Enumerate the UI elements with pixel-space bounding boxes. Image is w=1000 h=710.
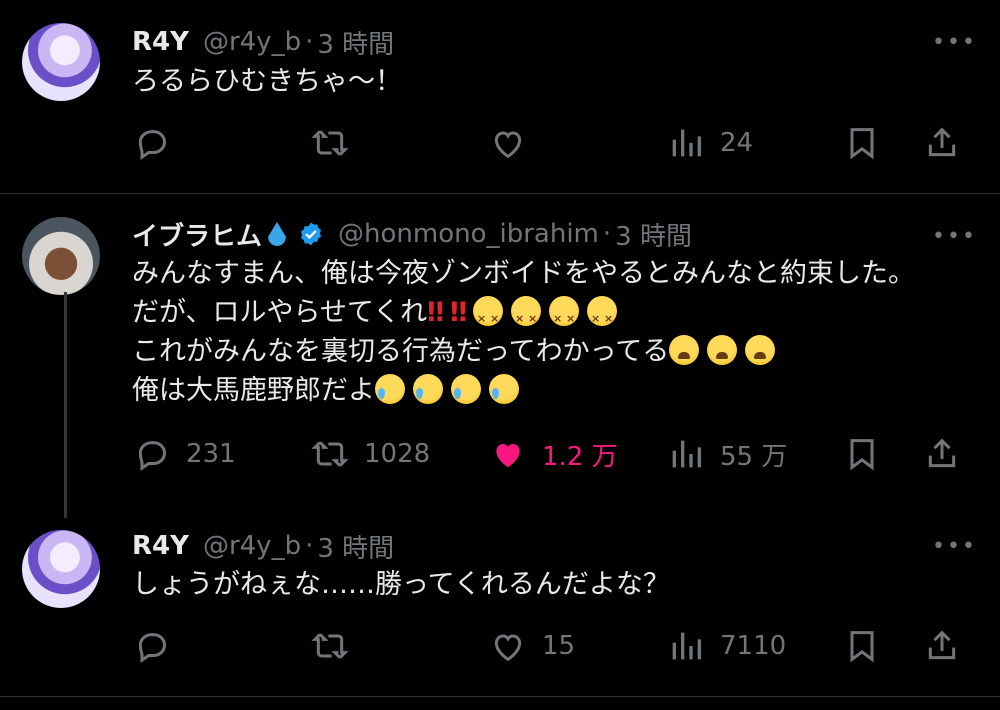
separator: · bbox=[305, 531, 314, 561]
weary-face-emoji bbox=[669, 335, 700, 365]
share-icon bbox=[928, 630, 956, 660]
tweet-line-text: 俺は大馬鹿野郎だよ bbox=[132, 375, 375, 406]
tweet-line: これがみんなを裏切る行為だってわかってる bbox=[132, 332, 972, 371]
more-options-icon[interactable]: ••• bbox=[932, 224, 975, 249]
more-options-icon[interactable]: ••• bbox=[932, 30, 975, 55]
author-handle[interactable]: @r4y_b bbox=[203, 27, 301, 57]
like-count: 1.2 万 bbox=[542, 441, 618, 472]
tweet-header: R4Y @r4y_b · 3 時間 bbox=[132, 526, 394, 566]
confounded-face-emoji bbox=[473, 296, 503, 338]
tweet[interactable]: R4Y @r4y_b · 3 時間 ••• しょうがねぇな……勝ってくれるんだよ… bbox=[0, 500, 1000, 697]
weary-face-emoji bbox=[707, 335, 738, 365]
tweet-header: R4Y @r4y_b · 3 時間 bbox=[132, 22, 394, 62]
tweet-text: みんなすまん、俺は今夜ゾンボイドをやるとみんなと約束した。 だが、ロルやらせてく… bbox=[132, 254, 972, 410]
views-button[interactable]: 55 万 bbox=[666, 432, 787, 476]
double-exclamation-emoji: ‼ bbox=[450, 297, 467, 328]
views-icon bbox=[672, 440, 701, 468]
timestamp[interactable]: 3 時間 bbox=[317, 24, 394, 61]
holding-back-tears-emoji bbox=[413, 374, 443, 404]
reply-button[interactable] bbox=[132, 624, 186, 668]
avatar[interactable] bbox=[22, 530, 100, 608]
share-icon bbox=[928, 438, 956, 468]
tweet[interactable]: イブラヒム @honmono_ibrahim · 3 時間 ••• みんなすまん… bbox=[0, 194, 1000, 500]
more-options-icon[interactable]: ••• bbox=[932, 534, 975, 559]
reply-button[interactable] bbox=[132, 121, 186, 165]
holding-back-tears-emoji bbox=[489, 374, 519, 404]
author-handle[interactable]: @honmono_ibrahim bbox=[338, 219, 599, 249]
reply-count: 231 bbox=[186, 439, 236, 469]
tweet-text: しょうがねぇな……勝ってくれるんだよな？ bbox=[132, 569, 670, 600]
share-button[interactable] bbox=[922, 624, 962, 668]
weary-face-emoji bbox=[745, 335, 776, 365]
retweet-button[interactable]: 1028 bbox=[310, 432, 430, 476]
tweet-line: 俺は大馬鹿野郎だよ bbox=[132, 371, 972, 410]
avatar[interactable] bbox=[22, 217, 100, 295]
heart-icon bbox=[494, 131, 522, 159]
view-count: 55 万 bbox=[720, 441, 788, 472]
bookmark-icon bbox=[850, 631, 874, 663]
like-button[interactable]: 1.2 万 bbox=[488, 432, 618, 476]
view-count: 7110 bbox=[720, 631, 787, 661]
tweet[interactable]: R4Y @r4y_b · 3 時間 ••• ろるらひむきちゃ〜！ 24 bbox=[0, 0, 1000, 194]
tweet-line: だが、ロルやらせてくれ‼ ‼ bbox=[132, 293, 972, 338]
retweet-icon bbox=[311, 441, 349, 467]
confounded-face-emoji bbox=[511, 296, 541, 338]
share-icon bbox=[928, 127, 956, 157]
author-name[interactable]: R4Y bbox=[132, 27, 189, 57]
timestamp[interactable]: 3 時間 bbox=[615, 216, 692, 253]
reply-button[interactable]: 231 bbox=[132, 432, 236, 476]
bookmark-button[interactable] bbox=[842, 624, 882, 668]
retweet-button[interactable] bbox=[310, 624, 364, 668]
tweet-line: みんなすまん、俺は今夜ゾンボイドをやるとみんなと約束した。 bbox=[132, 258, 915, 289]
tweet-text: ろるらひむきちゃ〜！ bbox=[132, 66, 402, 97]
author-name[interactable]: R4Y bbox=[132, 531, 189, 561]
like-count: 15 bbox=[542, 631, 576, 661]
tweet-line-text: これがみんなを裏切る行為だってわかってる bbox=[132, 336, 670, 367]
view-count: 24 bbox=[720, 128, 754, 158]
tweet-header: イブラヒム @honmono_ibrahim · 3 時間 bbox=[132, 214, 692, 254]
retweet-icon bbox=[311, 633, 349, 659]
thread-connector-line bbox=[64, 292, 67, 518]
bookmark-button[interactable] bbox=[842, 121, 882, 165]
retweet-icon bbox=[311, 130, 349, 156]
heart-filled-icon bbox=[496, 444, 520, 468]
reply-icon bbox=[138, 130, 167, 161]
bookmark-icon bbox=[850, 128, 874, 160]
separator: · bbox=[305, 27, 314, 57]
avatar[interactable] bbox=[22, 23, 100, 101]
reply-icon bbox=[138, 441, 167, 472]
retweet-count: 1028 bbox=[364, 439, 431, 469]
author-handle[interactable]: @r4y_b bbox=[203, 531, 301, 561]
tweet-line-text: だが、ロルやらせてくれ bbox=[132, 297, 428, 328]
verified-badge-icon[interactable] bbox=[298, 221, 324, 247]
views-button[interactable]: 24 bbox=[666, 121, 753, 165]
holding-back-tears-emoji bbox=[451, 374, 481, 404]
like-button[interactable] bbox=[488, 121, 542, 165]
double-exclamation-emoji: ‼ bbox=[427, 297, 445, 328]
action-bar: 24 bbox=[132, 121, 978, 165]
reply-icon bbox=[138, 633, 167, 664]
separator: · bbox=[602, 219, 612, 249]
droplet-emoji bbox=[268, 222, 287, 246]
views-icon bbox=[672, 129, 701, 157]
holding-back-tears-emoji bbox=[375, 374, 405, 404]
action-bar: 231 1028 1.2 万 55 万 bbox=[132, 432, 978, 476]
author-name[interactable]: イブラヒム bbox=[132, 216, 262, 253]
bookmark-button[interactable] bbox=[842, 432, 882, 476]
share-button[interactable] bbox=[922, 121, 962, 165]
like-button[interactable]: 15 bbox=[488, 624, 575, 668]
views-button[interactable]: 7110 bbox=[666, 624, 786, 668]
action-bar: 15 7110 bbox=[132, 624, 978, 668]
confounded-face-emoji bbox=[549, 296, 579, 338]
share-button[interactable] bbox=[922, 432, 962, 476]
confounded-face-emoji bbox=[587, 296, 617, 338]
timestamp[interactable]: 3 時間 bbox=[317, 528, 394, 565]
views-icon bbox=[672, 632, 701, 660]
heart-icon bbox=[494, 634, 522, 662]
retweet-button[interactable] bbox=[310, 121, 364, 165]
bookmark-icon bbox=[850, 439, 874, 471]
